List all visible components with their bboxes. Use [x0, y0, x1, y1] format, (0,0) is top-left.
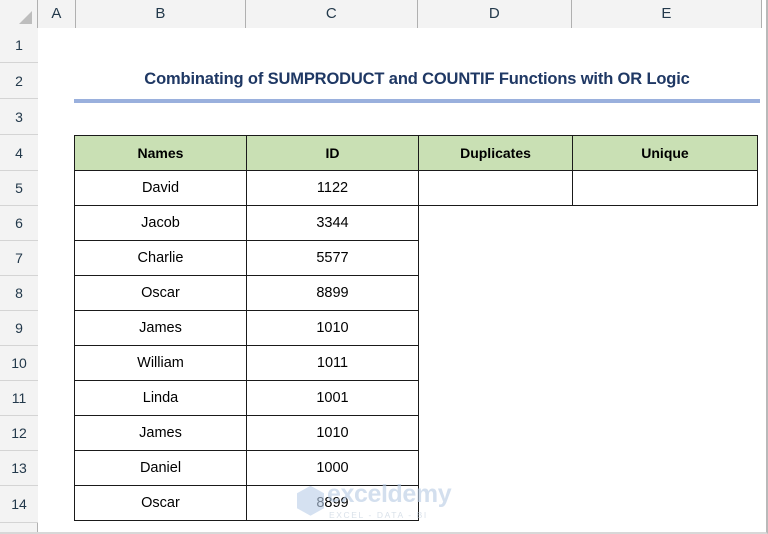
page-title: Combinating of SUMPRODUCT and COUNTIF Fu…: [144, 70, 690, 88]
cell-id[interactable]: 1010: [246, 415, 419, 451]
cell-name[interactable]: Oscar: [74, 485, 247, 521]
cell-duplicates[interactable]: [419, 381, 573, 416]
cell-name[interactable]: Charlie: [74, 240, 247, 276]
cell-unique[interactable]: [573, 381, 758, 416]
cell-unique[interactable]: [572, 170, 758, 206]
table-row: Oscar 8899: [74, 275, 758, 311]
cell-duplicates[interactable]: [419, 346, 573, 381]
table-row: James 1010: [74, 415, 758, 451]
cell-unique[interactable]: [573, 311, 758, 346]
table-row: Charlie 5577: [74, 240, 758, 276]
cell-name[interactable]: David: [74, 170, 247, 206]
cell-duplicates[interactable]: [419, 241, 573, 276]
cell-duplicates[interactable]: [419, 311, 573, 346]
table-row: Daniel 1000: [74, 450, 758, 486]
cell-unique[interactable]: [573, 276, 758, 311]
excel-worksheet-window: A B C D E 1 2 3 4 5 6 7 8 9 10 11 12 13 …: [0, 0, 768, 534]
row-header-10[interactable]: 10: [0, 346, 38, 381]
select-all-triangle-icon: [19, 11, 32, 24]
cell-name[interactable]: James: [74, 415, 247, 451]
row-header-12[interactable]: 12: [0, 416, 38, 451]
column-header-e[interactable]: E: [572, 0, 762, 28]
cell-id[interactable]: 1011: [246, 345, 419, 381]
cell-id[interactable]: 1000: [246, 450, 419, 486]
column-header-strip: A B C D E: [0, 0, 762, 28]
row-header-5[interactable]: 5: [0, 171, 38, 206]
table-row: David 1122: [74, 170, 758, 206]
table-row: James 1010: [74, 310, 758, 346]
column-header-unique[interactable]: Unique: [572, 135, 758, 171]
cell-id[interactable]: 1010: [246, 310, 419, 346]
row-header-14[interactable]: 14: [0, 486, 38, 523]
cell-unique[interactable]: [573, 241, 758, 276]
cell-duplicates[interactable]: [419, 486, 573, 521]
column-header-c[interactable]: C: [246, 0, 418, 28]
table-row: William 1011: [74, 345, 758, 381]
cell-id[interactable]: 1001: [246, 380, 419, 416]
cell-name[interactable]: Oscar: [74, 275, 247, 311]
cell-unique[interactable]: [573, 346, 758, 381]
table-row: Linda 1001: [74, 380, 758, 416]
cell-duplicates[interactable]: [419, 206, 573, 241]
row-header-2[interactable]: 2: [0, 63, 38, 99]
cell-name[interactable]: Linda: [74, 380, 247, 416]
row-header-3[interactable]: 3: [0, 99, 38, 135]
cell-id[interactable]: 8899: [246, 275, 419, 311]
cell-id[interactable]: 8899: [246, 485, 419, 521]
row-header-1[interactable]: 1: [0, 28, 38, 63]
row-header-6[interactable]: 6: [0, 206, 38, 241]
data-table: Names ID Duplicates Unique David 1122 Ja…: [74, 135, 758, 521]
cell-id[interactable]: 3344: [246, 205, 419, 241]
cell-duplicates[interactable]: [419, 276, 573, 311]
cell-duplicates[interactable]: [419, 451, 573, 486]
row-header-8[interactable]: 8: [0, 276, 38, 311]
cell-name[interactable]: Daniel: [74, 450, 247, 486]
title-underline-rule: [74, 99, 760, 103]
row-header-7[interactable]: 7: [0, 241, 38, 276]
cell-duplicates[interactable]: [418, 170, 573, 206]
cell-name[interactable]: William: [74, 345, 247, 381]
cell-name[interactable]: James: [74, 310, 247, 346]
column-header-d[interactable]: D: [418, 0, 572, 28]
row-header-strip: 1 2 3 4 5 6 7 8 9 10 11 12 13 14: [0, 28, 38, 532]
row-header-9[interactable]: 9: [0, 311, 38, 346]
column-header-id[interactable]: ID: [246, 135, 419, 171]
row-header-13[interactable]: 13: [0, 451, 38, 486]
cell-unique[interactable]: [573, 206, 758, 241]
column-header-duplicates[interactable]: Duplicates: [418, 135, 573, 171]
cell-id[interactable]: 5577: [246, 240, 419, 276]
table-row: Jacob 3344: [74, 205, 758, 241]
worksheet-grid[interactable]: Combinating of SUMPRODUCT and COUNTIF Fu…: [39, 29, 762, 532]
table-row: Oscar 8899: [74, 485, 758, 521]
row-header-4[interactable]: 4: [0, 135, 38, 171]
cell-unique[interactable]: [573, 451, 758, 486]
column-header-b[interactable]: B: [76, 0, 246, 28]
cell-name[interactable]: Jacob: [74, 205, 247, 241]
select-all-corner-button[interactable]: [0, 0, 38, 28]
cell-unique[interactable]: [573, 416, 758, 451]
column-header-a[interactable]: A: [38, 0, 76, 28]
cell-unique[interactable]: [573, 486, 758, 521]
table-header-row: Names ID Duplicates Unique: [74, 135, 758, 171]
column-header-names[interactable]: Names: [74, 135, 247, 171]
cell-id[interactable]: 1122: [246, 170, 419, 206]
cell-duplicates[interactable]: [419, 416, 573, 451]
row-header-11[interactable]: 11: [0, 381, 38, 416]
